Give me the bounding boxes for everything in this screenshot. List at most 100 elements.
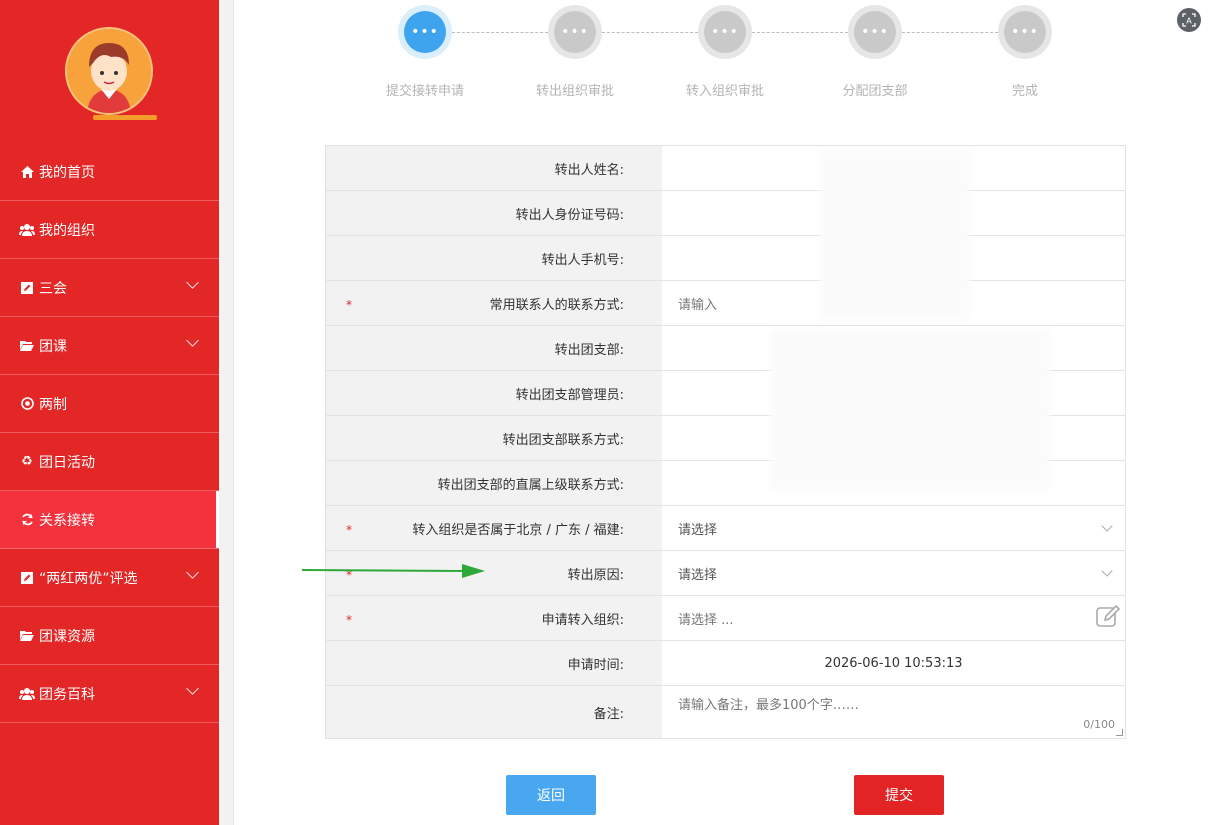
apply-time-value: 2026-06-10 10:53:13 bbox=[824, 655, 963, 671]
folder-icon bbox=[19, 340, 35, 351]
ellipsis-icon: ••• bbox=[404, 11, 446, 53]
field-label: 转入组织是否属于北京 / 广东 / 福建: bbox=[412, 522, 624, 538]
resize-handle[interactable] bbox=[1116, 729, 1123, 736]
recycle-icon: ♻ bbox=[21, 454, 33, 469]
target-icon bbox=[19, 397, 35, 410]
edit-icon bbox=[19, 571, 35, 584]
chevron-down-icon bbox=[186, 276, 199, 289]
users-icon bbox=[19, 687, 35, 700]
chevron-down-icon bbox=[1101, 520, 1113, 532]
edit-icon[interactable] bbox=[1095, 604, 1121, 630]
ellipsis-icon: ••• bbox=[704, 11, 746, 53]
field-label: 备注: bbox=[326, 686, 662, 738]
field-label: 转出团支部管理员: bbox=[326, 371, 662, 415]
home-icon bbox=[19, 165, 35, 178]
sidebar-item-label: 我的首页 bbox=[39, 164, 95, 181]
avatar-illustration bbox=[67, 29, 151, 113]
edit-icon bbox=[19, 281, 35, 294]
form-row-remarks: 备注: 请输入备注，最多100个字…… 0/100 bbox=[326, 686, 1125, 738]
field-label: 转出团支部的直属上级联系方式: bbox=[326, 461, 662, 505]
reason-select[interactable]: 请选择 bbox=[662, 551, 1125, 595]
sidebar-item-label: “两红两优”评选 bbox=[39, 570, 138, 587]
sidebar-item-relation-transfer[interactable]: 关系接转 bbox=[0, 491, 219, 549]
target-org-placeholder: 请选择 ... bbox=[678, 612, 734, 628]
sidebar-item-class-resources[interactable]: 团课资源 bbox=[0, 607, 219, 665]
sidebar-item-league-day[interactable]: ♻ 团日活动 bbox=[0, 433, 219, 491]
field-label: 转出人手机号: bbox=[326, 236, 662, 280]
sidebar-item-label: 我的组织 bbox=[39, 222, 95, 239]
chevron-down-icon bbox=[1101, 565, 1113, 577]
form-row-target-org: * 申请转入组织: 请选择 ... bbox=[326, 596, 1125, 641]
step-label: 转入组织审批 bbox=[685, 84, 764, 99]
sidebar-item-label: 团课资源 bbox=[39, 628, 95, 645]
step-complete: ••• 完成 bbox=[950, 5, 1100, 99]
ellipsis-icon: ••• bbox=[854, 11, 896, 53]
field-label: 转出团支部: bbox=[326, 326, 662, 370]
avatar-underline bbox=[93, 115, 157, 120]
step-submit-application: ••• 提交接转申请 bbox=[350, 5, 500, 99]
apply-time: 2026-06-10 10:53:13 bbox=[662, 641, 1125, 685]
contact-placeholder: 请输入 bbox=[678, 297, 718, 313]
step-label: 转出组织审批 bbox=[535, 84, 614, 99]
required-mark: * bbox=[346, 298, 352, 312]
refresh-icon bbox=[19, 513, 35, 526]
step-assign-branch: ••• 分配团支部 bbox=[800, 5, 950, 99]
progress-steps: ••• 提交接转申请 ••• 转出组织审批 ••• 转入组织审批 ••• 分配团… bbox=[350, 5, 1100, 115]
field-label: 转出原因: bbox=[567, 567, 624, 583]
text-recognition-icon[interactable]: A bbox=[1177, 8, 1201, 32]
sidebar-item-selection[interactable]: “两红两优”评选 bbox=[0, 549, 219, 607]
field-label: 转出团支部联系方式: bbox=[326, 416, 662, 460]
form-row-region: * 转入组织是否属于北京 / 广东 / 福建: 请选择 bbox=[326, 506, 1125, 551]
sidebar-item-label: 两制 bbox=[39, 396, 67, 413]
step-label: 提交接转申请 bbox=[385, 84, 464, 99]
sidebar: 我的首页 我的组织 三会 团课 两制 ♻ 团日活动 关系接转 “两红两优”评选 … bbox=[0, 0, 219, 825]
step-out-approval: ••• 转出组织审批 bbox=[500, 5, 650, 99]
sidebar-scroll-edge bbox=[219, 0, 234, 825]
form-row-contact: * 常用联系人的联系方式: 请输入 bbox=[326, 281, 1125, 326]
sidebar-item-three-meetings[interactable]: 三会 bbox=[0, 259, 219, 317]
sidebar-item-label: 团课 bbox=[39, 338, 67, 355]
chevron-down-icon bbox=[186, 334, 199, 347]
submit-button[interactable]: 提交 bbox=[854, 775, 944, 815]
sidebar-menu: 我的首页 我的组织 三会 团课 两制 ♻ 团日活动 关系接转 “两红两优”评选 … bbox=[0, 143, 219, 723]
redacted-area bbox=[820, 150, 970, 320]
field-label: 常用联系人的联系方式: bbox=[489, 297, 624, 313]
field-label: 转出人身份证号码: bbox=[326, 191, 662, 235]
chevron-down-icon bbox=[186, 682, 199, 695]
step-label: 完成 bbox=[1011, 84, 1038, 99]
form-row-id-number: 转出人身份证号码: bbox=[326, 191, 1125, 236]
svg-text:A: A bbox=[1186, 17, 1192, 26]
folder-icon bbox=[19, 630, 35, 641]
sidebar-item-encyclopedia[interactable]: 团务百科 bbox=[0, 665, 219, 723]
required-mark: * bbox=[346, 613, 352, 627]
chevron-down-icon bbox=[186, 566, 199, 579]
region-select[interactable]: 请选择 bbox=[662, 506, 1125, 550]
avatar[interactable] bbox=[65, 27, 157, 120]
remarks-placeholder: 请输入备注，最多100个字…… bbox=[678, 698, 859, 713]
sidebar-item-label: 团日活动 bbox=[39, 454, 95, 471]
users-icon bbox=[19, 223, 35, 236]
target-org-select[interactable]: 请选择 ... bbox=[662, 596, 1125, 640]
char-counter: 0/100 bbox=[1083, 718, 1115, 731]
remarks-textarea[interactable]: 请输入备注，最多100个字…… 0/100 bbox=[662, 686, 1125, 738]
form-row-phone: 转出人手机号: bbox=[326, 236, 1125, 281]
required-mark: * bbox=[346, 523, 352, 537]
sidebar-item-two-systems[interactable]: 两制 bbox=[0, 375, 219, 433]
ellipsis-icon: ••• bbox=[554, 11, 596, 53]
step-label: 分配团支部 bbox=[842, 84, 908, 99]
region-placeholder: 请选择 bbox=[678, 522, 718, 538]
sidebar-item-my-org[interactable]: 我的组织 bbox=[0, 201, 219, 259]
sidebar-item-label: 团务百科 bbox=[39, 686, 95, 703]
annotation-arrow bbox=[301, 564, 485, 578]
form-row-apply-time: 申请时间: 2026-06-10 10:53:13 bbox=[326, 641, 1125, 686]
sidebar-item-label: 三会 bbox=[39, 280, 67, 297]
field-label: 申请时间: bbox=[326, 641, 662, 685]
sidebar-item-home[interactable]: 我的首页 bbox=[0, 143, 219, 201]
sidebar-item-league-class[interactable]: 团课 bbox=[0, 317, 219, 375]
ellipsis-icon: ••• bbox=[1004, 11, 1046, 53]
field-label: 申请转入组织: bbox=[541, 612, 624, 628]
back-button[interactable]: 返回 bbox=[506, 775, 596, 815]
step-in-approval: ••• 转入组织审批 bbox=[650, 5, 800, 99]
sidebar-item-label: 关系接转 bbox=[39, 512, 95, 529]
reason-placeholder: 请选择 bbox=[678, 567, 718, 583]
